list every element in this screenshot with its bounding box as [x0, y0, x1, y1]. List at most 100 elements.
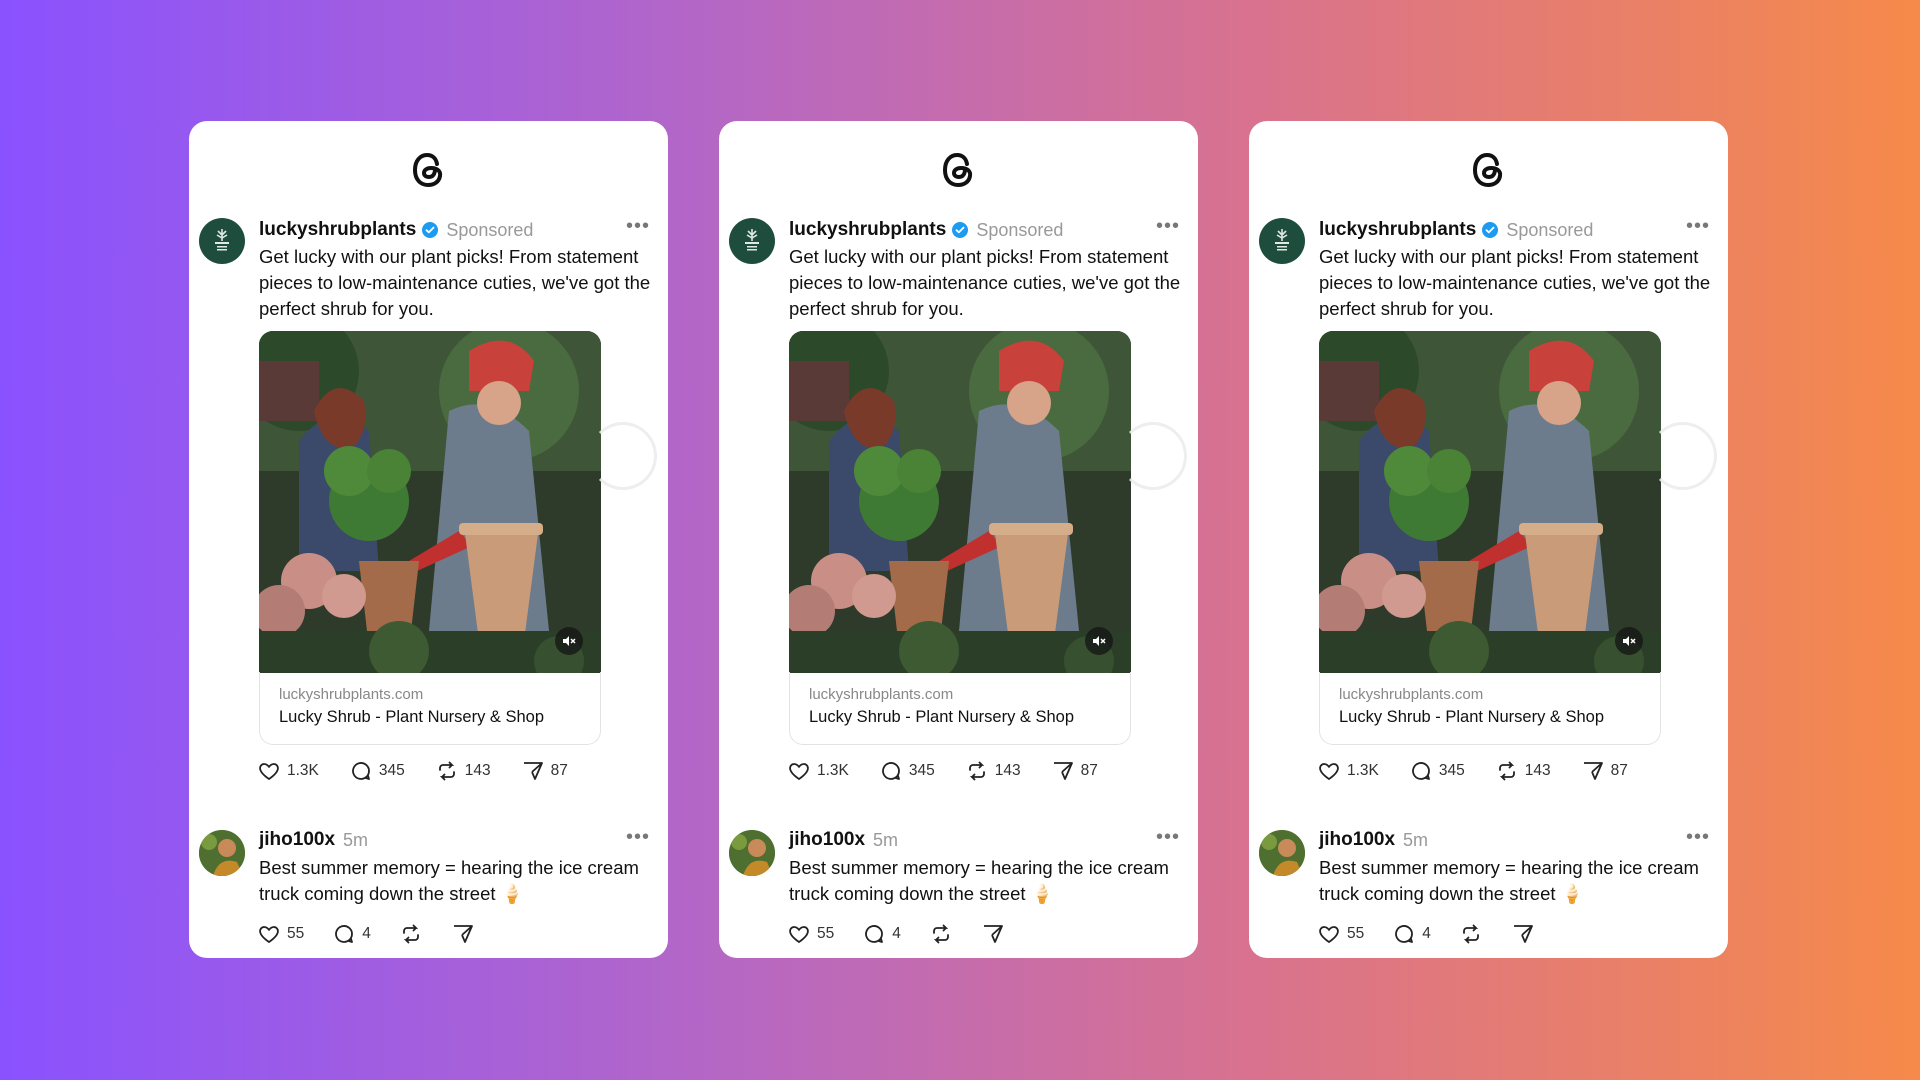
reply-share-button[interactable] [981, 922, 1005, 946]
like-button[interactable]: 1.3K [257, 759, 319, 783]
reply-more-options-button[interactable]: ••• [1156, 827, 1180, 847]
post-caption: Get lucky with our plant picks! From sta… [259, 246, 651, 319]
link-preview[interactable]: luckyshrubplants.com Lucky Shrub - Plant… [259, 672, 601, 745]
link-domain: luckyshrubplants.com [1339, 686, 1484, 703]
reply-share-button[interactable] [1511, 922, 1535, 946]
share-button[interactable]: 87 [1581, 759, 1628, 783]
threads-ad-preview-card: luckyshrubplants Sponsored ••• Get lucky… [189, 121, 668, 958]
reply-like-button[interactable]: 55 [257, 922, 304, 946]
reply-repost-button[interactable] [929, 922, 953, 946]
repost-icon [438, 761, 455, 781]
comment-count: 345 [378, 762, 405, 779]
reply-text: Best summer memory = hearing the ice cre… [789, 857, 1169, 904]
link-title: Lucky Shrub - Plant Nursery & Shop [809, 708, 1075, 726]
like-count: 1.3K [1347, 762, 1379, 779]
reply-comment-button[interactable]: 4 [1392, 922, 1431, 946]
reply-more-options-button[interactable]: ••• [1686, 827, 1710, 847]
speaker-muted-icon [1623, 636, 1636, 646]
like-button[interactable]: 1.3K [787, 759, 849, 783]
post-username[interactable]: luckyshrubplants [789, 219, 946, 241]
repost-button[interactable]: 143 [1495, 759, 1551, 783]
link-domain: luckyshrubplants.com [279, 686, 424, 703]
reply-header: jiho100x 5m [789, 827, 898, 853]
like-button[interactable]: 1.3K [1317, 759, 1379, 783]
post-header: luckyshrubplants Sponsored [259, 217, 533, 243]
reply-actions: 55 4 [1317, 922, 1563, 946]
brand-avatar[interactable] [1259, 218, 1305, 264]
comment-button[interactable]: 345 [1409, 759, 1465, 783]
reply-comment-count: 4 [362, 925, 371, 942]
reply-like-button[interactable]: 55 [787, 922, 834, 946]
link-domain: luckyshrubplants.com [809, 686, 954, 703]
share-button[interactable]: 87 [521, 759, 568, 783]
send-icon [983, 925, 1003, 943]
verified-badge-icon [1482, 222, 1499, 238]
send-icon [1053, 762, 1073, 780]
reply-header: jiho100x 5m [1319, 827, 1428, 853]
repost-count: 143 [1524, 762, 1551, 779]
ad-video[interactable] [789, 331, 1131, 673]
threads-ad-preview-card: luckyshrubplants Sponsored ••• Get lucky… [719, 121, 1198, 958]
share-button[interactable]: 87 [1051, 759, 1098, 783]
post-more-options-button[interactable]: ••• [1156, 216, 1180, 236]
link-preview[interactable]: luckyshrubplants.com Lucky Shrub - Plant… [1319, 672, 1661, 745]
reply-comment-button[interactable]: 4 [862, 922, 901, 946]
reply-comment-count: 4 [1422, 925, 1431, 942]
reply-username[interactable]: jiho100x [1319, 829, 1395, 851]
heart-icon [1319, 763, 1339, 781]
comment-button[interactable]: 345 [349, 759, 405, 783]
post-username[interactable]: luckyshrubplants [259, 219, 416, 241]
reply-more-options-button[interactable]: ••• [626, 827, 650, 847]
post-username[interactable]: luckyshrubplants [1319, 219, 1476, 241]
post-more-options-button[interactable]: ••• [1686, 216, 1710, 236]
reply-timestamp: 5m [873, 829, 899, 850]
comment-button[interactable]: 345 [879, 759, 935, 783]
reply-like-button[interactable]: 55 [1317, 922, 1364, 946]
link-title: Lucky Shrub - Plant Nursery & Shop [279, 708, 545, 726]
share-count: 87 [550, 762, 568, 779]
comment-icon [1412, 762, 1430, 780]
reply-actions: 55 4 [257, 922, 503, 946]
reply-avatar[interactable] [199, 830, 245, 876]
comment-icon [1395, 925, 1414, 943]
comment-icon [335, 925, 354, 943]
reply-header: jiho100x 5m [259, 827, 368, 853]
post-actions: 1.3K 345 143 87 [257, 759, 598, 783]
reply-username[interactable]: jiho100x [789, 829, 865, 851]
mute-toggle-button[interactable] [1085, 627, 1113, 655]
reply-repost-button[interactable] [399, 922, 423, 946]
repost-icon [402, 924, 419, 944]
post-caption: Get lucky with our plant picks! From sta… [1319, 246, 1711, 319]
ad-video[interactable] [259, 331, 601, 673]
threads-logo-icon [412, 152, 443, 188]
threads-ad-preview-card: luckyshrubplants Sponsored ••• Get lucky… [1249, 121, 1728, 958]
speaker-muted-icon [1093, 636, 1106, 646]
post-header: luckyshrubplants Sponsored [789, 217, 1063, 243]
reply-avatar[interactable] [729, 830, 775, 876]
link-preview[interactable]: luckyshrubplants.com Lucky Shrub - Plant… [789, 672, 1131, 745]
repost-button[interactable]: 143 [435, 759, 491, 783]
post-header: luckyshrubplants Sponsored [1319, 217, 1593, 243]
send-icon [1583, 762, 1603, 780]
mute-toggle-button[interactable] [555, 627, 583, 655]
brand-avatar[interactable] [199, 218, 245, 264]
reply-text: Best summer memory = hearing the ice cre… [259, 857, 639, 904]
ad-video[interactable] [1319, 331, 1661, 673]
comment-icon [865, 925, 884, 943]
repost-button[interactable]: 143 [965, 759, 1021, 783]
brand-avatar[interactable] [729, 218, 775, 264]
mute-toggle-button[interactable] [1615, 627, 1643, 655]
post-more-options-button[interactable]: ••• [626, 216, 650, 236]
reply-comment-button[interactable]: 4 [332, 922, 371, 946]
share-count: 87 [1080, 762, 1098, 779]
verified-badge-icon [952, 222, 969, 238]
post-actions: 1.3K 345 143 87 [787, 759, 1128, 783]
reply-text: Best summer memory = hearing the ice cre… [1319, 857, 1699, 904]
reply-repost-button[interactable] [1459, 922, 1483, 946]
reply-username[interactable]: jiho100x [259, 829, 335, 851]
reply-avatar[interactable] [1259, 830, 1305, 876]
sponsored-label: Sponsored [446, 219, 534, 240]
reply-like-count: 55 [1347, 925, 1365, 942]
repost-icon [968, 761, 985, 781]
reply-share-button[interactable] [451, 922, 475, 946]
